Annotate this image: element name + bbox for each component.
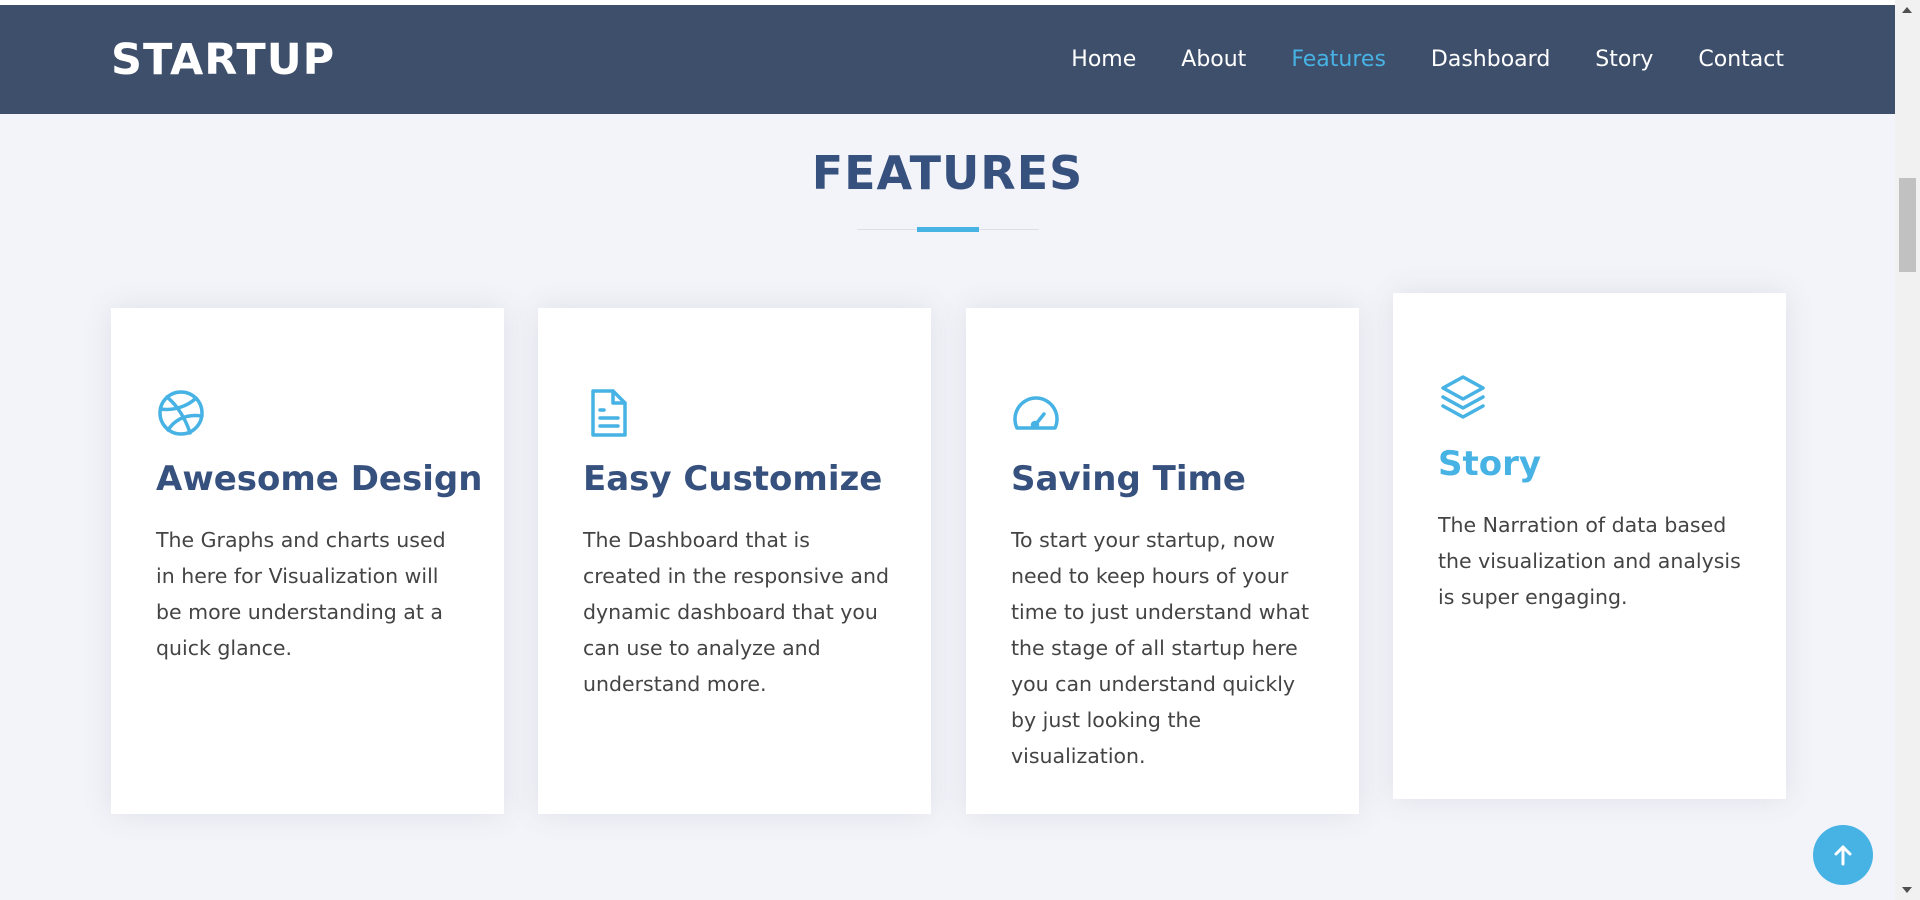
arrow-up-icon [1834,845,1852,866]
scrollbar-thumb[interactable] [1899,178,1916,272]
file-text-icon [583,388,633,438]
feature-title: Awesome Design [156,459,483,499]
nav-item-dashboard[interactable]: Dashboard [1431,45,1550,75]
nav-item-about[interactable]: About [1181,45,1246,75]
nav-item-contact[interactable]: Contact [1698,45,1784,75]
feature-card-easy-customize[interactable]: Easy Customize The Dashboard that is cre… [538,308,931,814]
feature-description: The Graphs and charts used in here for V… [156,528,446,660]
speedometer-icon [1011,388,1061,438]
scroll-down-icon[interactable] [1902,887,1912,893]
section-title: FEATURES [811,146,1084,200]
feature-description: The Narration of data based the visualiz… [1438,513,1741,609]
nav-item-story[interactable]: Story [1595,45,1653,75]
navbar: STARTUP Home About Features Dashboard St… [0,5,1895,114]
nav-item-features[interactable]: Features [1291,45,1386,75]
dribbble-icon [156,388,206,438]
title-accent-bar [917,227,979,232]
feature-title: Story [1438,444,1542,484]
feature-card-awesome-design[interactable]: Awesome Design The Graphs and charts use… [111,308,504,814]
brand-logo[interactable]: STARTUP [111,35,335,85]
feature-card-saving-time[interactable]: Saving Time To start your startup, now n… [966,308,1359,814]
feature-card-story[interactable]: Story The Narration of data based the vi… [1393,293,1786,799]
back-to-top-button[interactable] [1813,825,1873,885]
feature-title: Easy Customize [583,459,883,499]
layers-icon [1438,373,1488,423]
scroll-up-icon[interactable] [1902,7,1912,13]
feature-description: To start your startup, now need to keep … [1011,528,1310,768]
main-nav: Home About Features Dashboard Story Cont… [1071,45,1784,75]
feature-description: The Dashboard that is created in the res… [583,528,889,696]
nav-item-home[interactable]: Home [1071,45,1136,75]
feature-title: Saving Time [1011,459,1246,499]
vertical-scrollbar[interactable] [1895,0,1920,900]
